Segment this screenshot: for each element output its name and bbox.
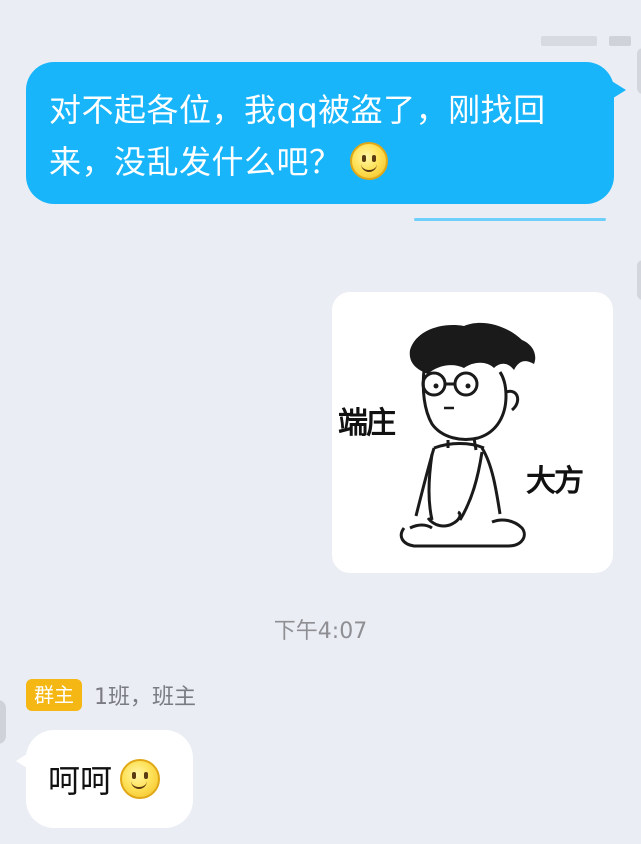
sticker-message[interactable]: 端庄 大方 (332, 292, 613, 573)
bubble-tail (610, 80, 626, 100)
bubble-shadow-line (414, 218, 606, 221)
sticker-caption-left: 端庄 (338, 406, 396, 441)
smile-emoji-icon (120, 759, 161, 799)
smile-emoji-icon (349, 142, 388, 180)
owner-badge: 群主 (26, 679, 82, 711)
own-avatar[interactable] (637, 260, 641, 300)
message-text: 对不起各位，我qq被盗了，刚找回来，没乱发什么吧？ (49, 91, 546, 181)
status-bar-block (609, 36, 631, 46)
status-bar-placeholders (541, 36, 631, 46)
sticker-caption-right: 大方 (526, 464, 584, 499)
sender-name[interactable]: 1班，班主 (94, 679, 196, 711)
message-timestamp: 下午4:07 (273, 619, 368, 644)
own-avatar[interactable] (637, 48, 641, 94)
status-bar-block (541, 36, 597, 46)
message-text: 呵呵 (48, 762, 113, 800)
sender-info: 群主 1班，班主 (26, 679, 196, 711)
outgoing-message-bubble[interactable]: 对不起各位，我qq被盗了，刚找回来，没乱发什么吧？ (26, 62, 626, 204)
sender-avatar[interactable] (0, 700, 6, 744)
bubble-tail (16, 752, 30, 770)
incoming-message-bubble[interactable]: 呵呵 (16, 730, 193, 828)
